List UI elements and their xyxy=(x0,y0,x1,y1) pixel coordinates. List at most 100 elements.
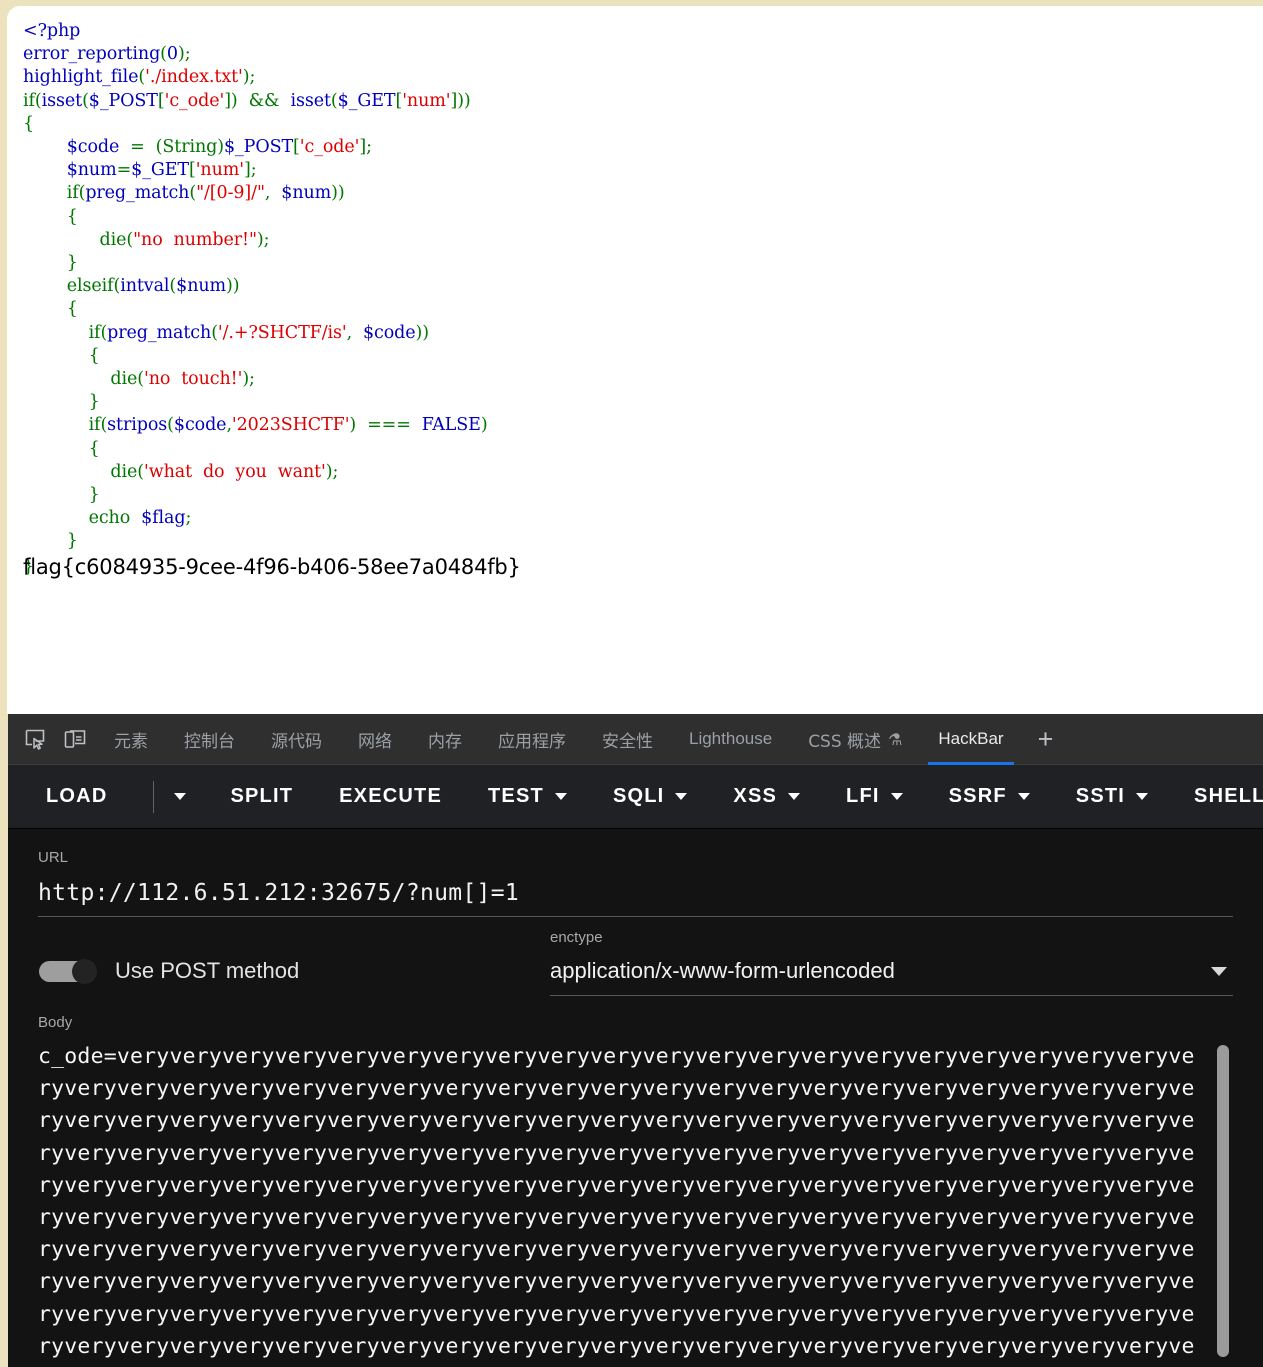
body-textarea[interactable]: c_ode=veryveryveryveryveryveryveryveryve… xyxy=(38,1041,1204,1361)
code-token: ( xyxy=(82,90,89,111)
code-line: $num=$_GET['num']; xyxy=(23,160,257,180)
code-line: if(isset($_POST['c_ode']) && isset($_GET… xyxy=(23,91,471,111)
code-token: , xyxy=(264,183,282,204)
devtools-tab-10[interactable]: HackBar xyxy=(920,714,1021,765)
code-token: stripos xyxy=(107,415,168,436)
chevron-down-icon xyxy=(1017,793,1030,800)
use-post-method-toggle[interactable]: Use POST method xyxy=(38,958,550,996)
code-token: ]) xyxy=(224,90,238,111)
toggle-switch[interactable] xyxy=(39,958,97,984)
toggle-knob xyxy=(72,958,97,984)
code-line: die("no number!"); xyxy=(23,230,269,250)
enctype-select[interactable]: application/x-www-form-urlencoded xyxy=(550,946,1233,995)
code-token: = xyxy=(116,160,132,181)
code-token: (String) xyxy=(155,137,224,158)
url-input[interactable]: http://112.6.51.212:32675/?num[]=1 xyxy=(38,866,1233,916)
add-tab-button[interactable]: + xyxy=(1022,725,1070,753)
devtools-tab-label: 控制台 xyxy=(184,731,235,752)
code-line: <?php xyxy=(23,21,80,41)
devtools-tab-label: 内存 xyxy=(428,731,462,752)
devtools-tab-1[interactable]: 元素 xyxy=(96,714,166,765)
chevron-down-icon xyxy=(174,793,187,800)
code-token: if xyxy=(88,322,101,343)
chevron-down-icon xyxy=(1136,793,1149,800)
code-token: ; xyxy=(185,508,192,529)
hackbar-load-dropdown-button[interactable] xyxy=(153,780,200,813)
code-token: ) xyxy=(177,44,185,65)
chevron-down-icon xyxy=(554,793,567,800)
code-token: isset xyxy=(290,90,331,111)
devtools-tabbar: 元素 控制台 源代码 网络 内存 应用程序 安全性 Lighthouse CSS 概述 ⚗ Hack… xyxy=(8,714,1263,765)
devtools-tab-3[interactable]: 源代码 xyxy=(253,714,340,765)
body-scrollbar-thumb[interactable] xyxy=(1217,1045,1229,1357)
code-token: [ xyxy=(157,90,165,111)
code-token: "/[0-9]/" xyxy=(196,183,265,204)
hackbar-ssrf-button[interactable]: SSRF xyxy=(949,779,1030,814)
code-token: )) xyxy=(331,183,345,204)
method-row: Use POST method enctype application/x-ww… xyxy=(38,917,1233,996)
code-token: $_GET xyxy=(337,90,396,111)
hackbar-sqli-button[interactable]: SQLI xyxy=(613,779,688,814)
code-line: } xyxy=(23,531,78,551)
devtools-tab-label: 源代码 xyxy=(271,731,322,752)
hackbar-lfi-button[interactable]: LFI xyxy=(846,779,903,814)
code-line: if(preg_match("/[0-9]/", $num)) xyxy=(23,183,345,203)
devtools-tab-7[interactable]: 安全性 xyxy=(584,714,671,765)
code-token: ); xyxy=(256,229,270,250)
hackbar-split-button[interactable]: SPLIT xyxy=(230,779,293,814)
code-line: { xyxy=(23,207,78,227)
hackbar-button-label: SPLIT xyxy=(230,785,294,807)
code-token: "no number!" xyxy=(133,229,257,250)
hackbar-test-button[interactable]: TEST xyxy=(488,779,567,814)
code-token: FALSE xyxy=(410,415,481,436)
devtools-tab-8[interactable]: Lighthouse xyxy=(671,714,790,765)
body-scrollbar[interactable] xyxy=(1217,1041,1229,1361)
devtools-tab-6[interactable]: 应用程序 xyxy=(480,714,584,765)
code-token: 'no touch!' xyxy=(144,369,243,390)
code-line: if(preg_match('/.+?SHCTF/is', $code)) xyxy=(23,322,430,343)
devtools-tab-5[interactable]: 内存 xyxy=(410,714,480,765)
code-token: ( xyxy=(137,461,144,482)
hackbar-shell-button[interactable]: SHELL xyxy=(1194,779,1263,814)
body-label: Body xyxy=(38,1014,73,1031)
hackbar-xss-button[interactable]: XSS xyxy=(733,779,801,814)
code-token: ); xyxy=(325,461,339,482)
hackbar-ssti-button[interactable]: SSTI xyxy=(1076,779,1149,814)
hackbar-button-label: LOAD xyxy=(46,785,108,807)
code-token: ]; xyxy=(359,137,372,158)
device-toolbar-icon[interactable] xyxy=(56,720,94,758)
code-token: { xyxy=(66,206,78,227)
code-token: { xyxy=(88,345,100,366)
devtools-tab-label: Lighthouse xyxy=(689,729,773,748)
hackbar-toolbar: LOAD SPLIT EXECUTE TEST SQLI XSS LFI SSRF SSTI SH… xyxy=(8,765,1263,829)
devtools-tab-4[interactable]: 网络 xyxy=(340,714,410,765)
code-token: ])) xyxy=(450,90,471,111)
devtools-tab-2[interactable]: 控制台 xyxy=(166,714,253,765)
devtools-panel: 元素 控制台 源代码 网络 内存 应用程序 安全性 Lighthouse CSS 概述 ⚗ Hack… xyxy=(0,714,1263,1367)
code-token: if xyxy=(66,183,79,204)
code-token: 'num' xyxy=(195,160,244,181)
inspect-element-glyph xyxy=(25,729,45,750)
code-token: intval xyxy=(120,276,170,297)
chevron-down-icon xyxy=(1211,966,1227,976)
code-line: if(stripos($code,'2023SHCTF') === FALSE) xyxy=(23,415,488,435)
devtools-tab-label: 网络 xyxy=(358,731,392,752)
code-line: { xyxy=(23,439,100,459)
hackbar-button-label: SSRF xyxy=(948,785,1007,807)
enctype-label: enctype xyxy=(550,929,603,946)
hackbar-button-label: LFI xyxy=(846,785,880,807)
code-token: { xyxy=(88,438,100,459)
hackbar-load-button[interactable]: LOAD xyxy=(46,779,107,814)
code-token: die xyxy=(110,461,138,482)
chevron-down-icon xyxy=(788,793,801,800)
code-token: error_reporting xyxy=(23,44,161,65)
code-token: ( xyxy=(167,415,174,436)
devtools-tab-9[interactable]: CSS 概述 ⚗ xyxy=(790,714,920,765)
code-token: isset xyxy=(41,90,83,111)
hackbar-button-label: EXECUTE xyxy=(339,785,443,807)
code-token: , xyxy=(346,322,363,343)
devtools-tab-label: 安全性 xyxy=(602,731,653,752)
code-line: } xyxy=(23,392,100,412)
inspect-element-icon[interactable] xyxy=(16,720,54,758)
hackbar-execute-button[interactable]: EXECUTE xyxy=(339,779,442,814)
